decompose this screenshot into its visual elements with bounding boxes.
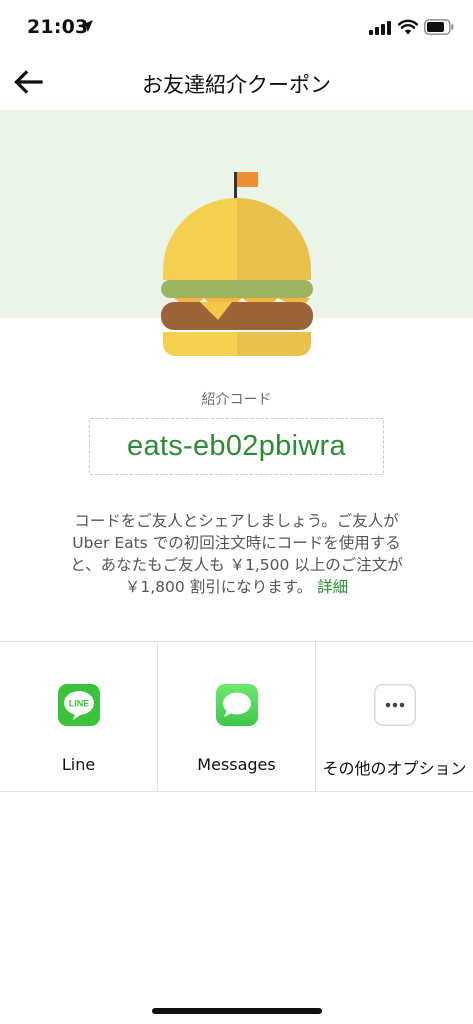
- share-option-more[interactable]: その他のオプション: [316, 642, 473, 791]
- navigation-bar: お友達紹介クーポン: [0, 56, 473, 110]
- page-title: お友達紹介クーポン: [142, 73, 331, 97]
- description-line-last: ￥1,800 割引になります。 詳細: [40, 576, 433, 598]
- line-app-icon: LINE: [57, 684, 100, 726]
- messages-app-icon: [215, 684, 258, 726]
- burger-illustration: [161, 172, 313, 356]
- cellular-signal-icon: [369, 21, 391, 35]
- description-line: ￥1,800 割引になります。: [124, 578, 313, 596]
- share-option-label: Messages: [197, 755, 276, 774]
- referral-code-value[interactable]: eats-eb02pbiwra: [127, 430, 346, 463]
- referral-code-label: 紹介コード: [201, 392, 272, 408]
- referral-coupon-screen: 21:03 お友達紹介クーポン 紹介コード eats-eb02pbiwra コー…: [0, 0, 473, 1024]
- share-option-line[interactable]: LINE Line: [0, 642, 158, 791]
- referral-code-box[interactable]: eats-eb02pbiwra: [89, 418, 384, 475]
- wifi-icon: [398, 19, 418, 35]
- description-line: コードをご友人とシェアしましょう。ご友人が: [74, 512, 399, 530]
- more-options-icon: [373, 684, 416, 726]
- share-options-grid: LINE Line Messages その他のオプション: [0, 641, 473, 792]
- details-link[interactable]: 詳細: [317, 578, 348, 596]
- status-bar: 21:03: [0, 0, 473, 56]
- referral-description: コードをご友人とシェアしましょう。ご友人が Uber Eats での初回注文時に…: [40, 510, 433, 598]
- share-option-messages[interactable]: Messages: [158, 642, 316, 791]
- description-line: と、あなたもご友人も ￥1,500 以上のご注文が: [70, 556, 403, 574]
- description-line: Uber Eats での初回注文時にコードを使用する: [72, 534, 401, 552]
- share-option-label: Line: [61, 755, 96, 774]
- home-indicator[interactable]: [152, 1008, 322, 1014]
- svg-text:LINE: LINE: [68, 699, 89, 709]
- share-option-label: その他のオプション: [322, 759, 467, 778]
- battery-icon: [424, 19, 454, 35]
- location-arrow-icon: [81, 20, 93, 32]
